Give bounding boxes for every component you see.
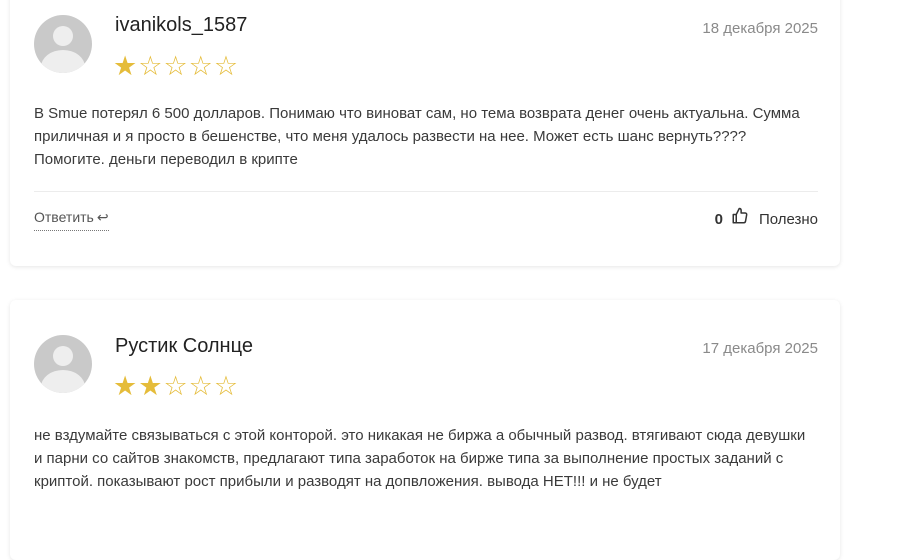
reply-label: Ответить [34, 209, 94, 225]
avatar-head-shape [53, 346, 73, 366]
review-card: ivanikols_1587 18 декабря 2025 ★☆☆☆☆ В S… [10, 0, 840, 266]
helpful-label: Полезно [758, 210, 818, 228]
star-filled-icon: ★ [113, 371, 139, 401]
helpful-count: 0 [714, 210, 723, 228]
divider [34, 191, 818, 192]
review-author: Рустик Солнце [115, 335, 253, 357]
review-author: ivanikols_1587 [115, 14, 248, 36]
rating-stars: ★☆☆☆☆ [113, 53, 239, 80]
review-text: В Smue потерял 6 500 долларов. Понимаю ч… [34, 105, 800, 168]
thumbs-up-icon[interactable] [731, 207, 749, 231]
star-filled-icon: ★ [113, 51, 139, 81]
star-empty-icon: ☆ [213, 51, 240, 81]
star-empty-icon: ☆ [188, 51, 214, 81]
avatar-body-shape [41, 370, 85, 393]
avatar-body-shape [41, 50, 85, 73]
reply-button[interactable]: Ответить ↩ [34, 209, 109, 231]
star-empty-icon: ☆ [213, 371, 240, 401]
star-empty-icon: ☆ [188, 371, 214, 401]
avatar [34, 335, 92, 393]
avatar-head-shape [53, 26, 73, 46]
reply-arrow-icon: ↩ [96, 209, 109, 225]
helpful-control[interactable]: 0 Полезно [715, 207, 818, 231]
star-empty-icon: ☆ [163, 371, 189, 401]
review-date: 17 декабря 2025 [702, 340, 818, 357]
avatar [34, 15, 92, 73]
review-text: не вздумайте связываться с этой конторой… [34, 427, 806, 490]
rating-stars: ★★☆☆☆ [113, 373, 239, 400]
star-empty-icon: ☆ [163, 51, 189, 81]
review-card: Рустик Солнце 17 декабря 2025 ★★☆☆☆ не в… [10, 300, 840, 560]
review-date: 18 декабря 2025 [702, 20, 818, 37]
star-empty-icon: ☆ [138, 51, 164, 81]
star-filled-icon: ★ [138, 371, 164, 401]
